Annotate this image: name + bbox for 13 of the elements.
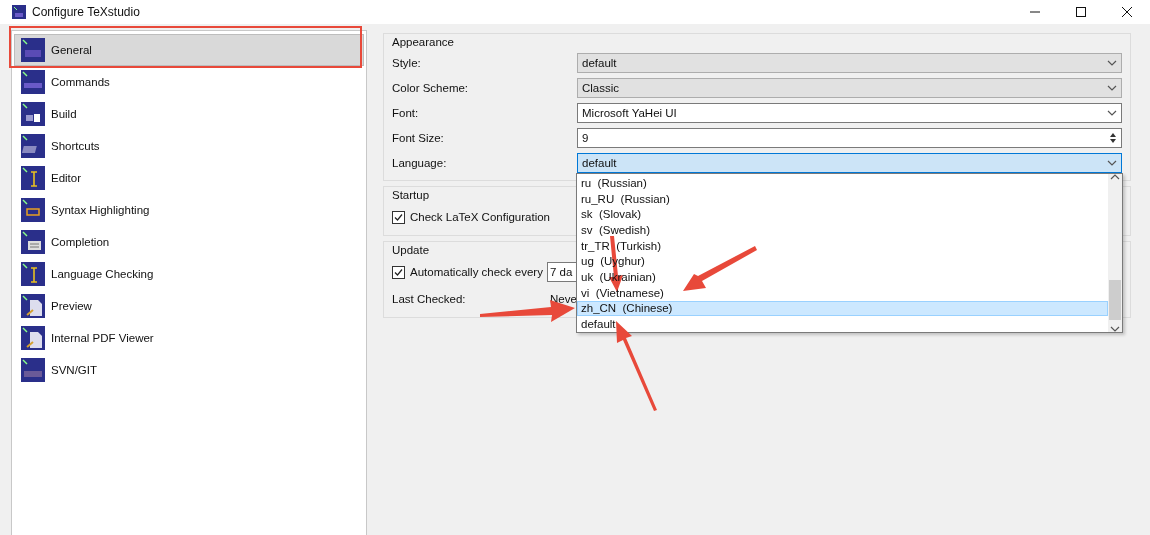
field-label: Font Size: bbox=[392, 132, 445, 144]
checkbox-label: Check LaTeX Configuration bbox=[410, 211, 550, 223]
field-label: Font: bbox=[392, 107, 420, 119]
group-title: Appearance bbox=[392, 36, 455, 48]
field-label: Language: bbox=[392, 157, 448, 169]
last-checked-value: Neve bbox=[550, 293, 577, 305]
group-title: Startup bbox=[392, 189, 430, 201]
field-label: Color Scheme: bbox=[392, 82, 470, 94]
field-label: Style: bbox=[392, 57, 422, 69]
window-title: Configure TeXstudio bbox=[32, 5, 140, 19]
group-title: Update bbox=[392, 244, 430, 256]
checkbox-label: Automatically check every bbox=[410, 266, 543, 278]
field-label: Last Checked: bbox=[392, 293, 467, 305]
